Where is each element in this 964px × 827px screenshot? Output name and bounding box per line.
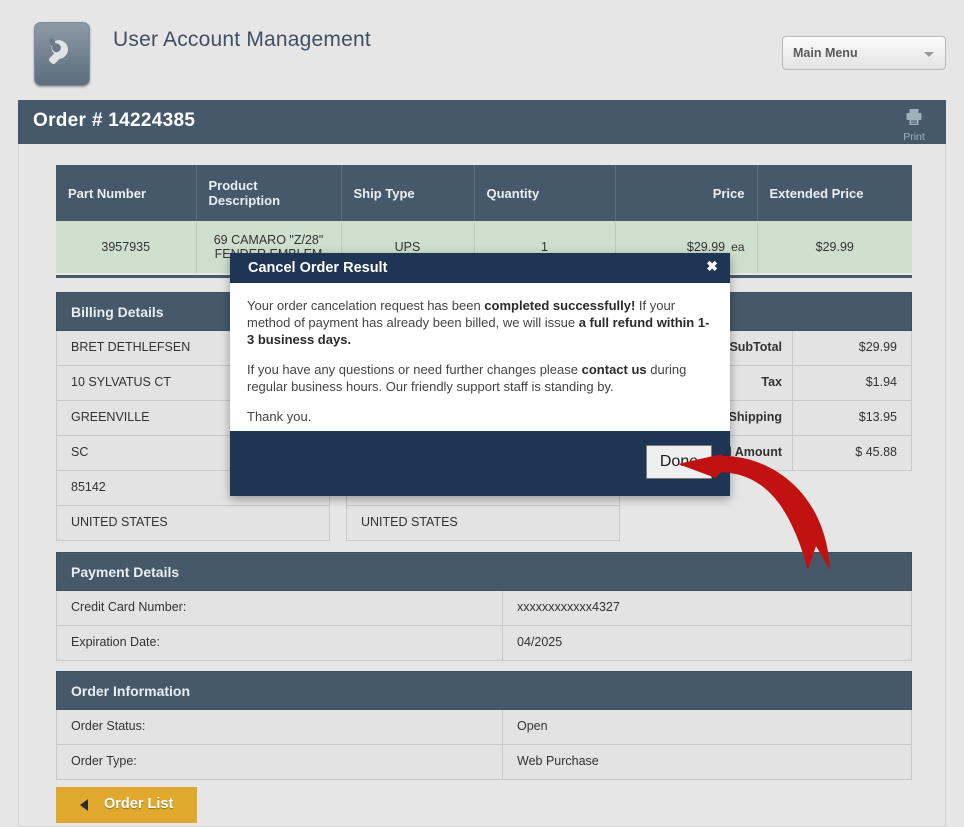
payment-details-block: Payment Details Credit Card Number: xxxx… [56, 552, 912, 661]
dialog-title: Cancel Order Result [248, 260, 388, 276]
main-menu-dropdown[interactable]: Main Menu [782, 36, 946, 70]
p1-part-a: Your order cancelation request has been [247, 298, 485, 313]
page-root: User Account Management Main Menu Order … [0, 0, 964, 827]
dialog-paragraph-1: Your order cancelation request has been … [247, 297, 713, 348]
close-icon[interactable]: ✖ [706, 259, 718, 273]
col-price: Price [615, 165, 758, 221]
table-row: Expiration Date: 04/2025 [56, 626, 912, 661]
order-information-heading: Order Information [56, 671, 912, 710]
list-item: UNITED STATES [56, 506, 330, 541]
dialog-footer: Done [230, 431, 730, 496]
triangle-left-icon [80, 799, 88, 811]
cell-part-number: 3957935 [56, 221, 197, 273]
wrench-icon [34, 22, 90, 86]
table-row: Order Status: Open [56, 710, 912, 745]
dialog-paragraph-3: Thank you. [247, 409, 312, 424]
order-list-button-label: Order List [104, 796, 174, 812]
print-label: Print [903, 131, 925, 143]
table-row: Credit Card Number: xxxxxxxxxxxx4327 [56, 591, 912, 626]
contact-us-link[interactable]: contact us [582, 362, 647, 377]
payment-field-value: xxxxxxxxxxxx4327 [517, 600, 620, 614]
order-header-bar: Order # 14224385 Print [18, 100, 946, 144]
print-button[interactable]: Print [892, 103, 936, 143]
status-badge: Open [517, 719, 548, 733]
list-item: UNITED STATES [346, 506, 620, 541]
col-ship-type: Ship Type [341, 165, 475, 221]
total-value: $13.95 [858, 410, 897, 424]
parts-table-header-row: Part Number Product Description Ship Typ… [56, 165, 912, 221]
payment-details-heading: Payment Details [56, 552, 912, 591]
printer-icon [906, 109, 922, 125]
col-extended-price: Extended Price [757, 165, 912, 221]
payment-field-label: Expiration Date: [57, 626, 503, 660]
total-value: $1.94 [865, 375, 897, 389]
p1-part-b: completed successfully! [484, 298, 636, 313]
order-list-button[interactable]: Order List [56, 787, 197, 823]
order-information-block: Order Information Order Status: Open Ord… [56, 671, 912, 780]
dialog-paragraph-2: If you have any questions or need furthe… [247, 361, 713, 395]
chevron-down-icon [924, 52, 934, 57]
col-product-desc: Product Description [196, 165, 342, 221]
done-button[interactable]: Done [646, 445, 712, 479]
order-field-label: Order Type: [57, 745, 503, 779]
total-value: $ 45.88 [855, 445, 897, 459]
dialog-body: Your order cancelation request has been … [230, 283, 730, 431]
payment-field-value: 04/2025 [517, 635, 563, 649]
cancel-order-result-dialog: Cancel Order Result ✖ Your order cancela… [230, 253, 730, 496]
app-header: User Account Management Main Menu [0, 0, 964, 98]
p2-part-a: If you have any questions or need furthe… [247, 362, 582, 377]
cell-price-unit: ea [731, 240, 745, 254]
dialog-title-bar: Cancel Order Result ✖ [230, 253, 730, 283]
order-field-label: Order Status: [57, 710, 503, 744]
col-quantity: Quantity [474, 165, 616, 221]
main-menu-label: Main Menu [793, 46, 858, 60]
page-title: User Account Management [113, 28, 371, 51]
cell-extended-price: $29.99 [757, 221, 912, 273]
col-part-number: Part Number [56, 165, 197, 221]
order-number-title: Order # 14224385 [33, 110, 196, 131]
order-field-value: Web Purchase [517, 754, 599, 768]
table-row: Order Type: Web Purchase [56, 745, 912, 780]
cell-price-amount: $29.99 [686, 240, 726, 254]
total-value: $29.99 [858, 340, 897, 354]
payment-field-label: Credit Card Number: [57, 591, 503, 625]
